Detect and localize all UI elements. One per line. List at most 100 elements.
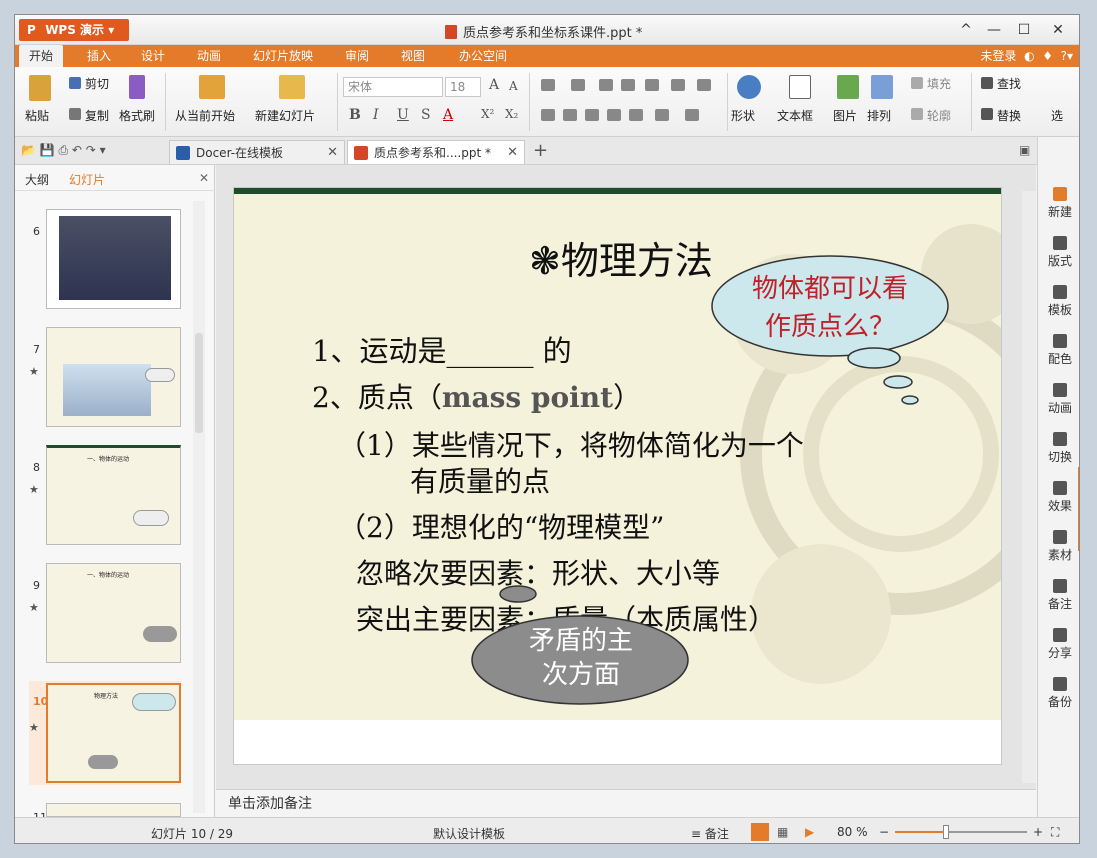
tab-insert[interactable]: 插入: [77, 45, 121, 67]
cut-button[interactable]: 剪切: [85, 75, 109, 92]
sidebar-new[interactable]: 新建: [1038, 187, 1079, 220]
scrollbar-thumb[interactable]: [195, 333, 203, 433]
font-size-select[interactable]: 18: [445, 77, 481, 97]
justify-icon[interactable]: [607, 109, 621, 121]
sidebar-backup[interactable]: 备份: [1038, 677, 1079, 710]
template-name[interactable]: 默认设计模板: [433, 825, 505, 842]
slide-sorter-icon[interactable]: ▦: [777, 825, 788, 839]
arrange-button[interactable]: 排列: [867, 107, 891, 124]
new-slide-icon[interactable]: [279, 75, 305, 99]
picture-icon[interactable]: [837, 75, 859, 99]
sidebar-materials[interactable]: 素材: [1038, 530, 1079, 563]
replace-button[interactable]: 替换: [997, 107, 1021, 124]
slide-line-4[interactable]: 有质量的点: [410, 460, 550, 500]
tab-home[interactable]: 开始: [19, 45, 64, 67]
subscript-button[interactable]: X₂: [505, 107, 518, 121]
strike-button[interactable]: S: [421, 107, 431, 123]
bold-button[interactable]: B: [349, 107, 361, 123]
app-menu-button[interactable]: P WPS 演示 ▾: [19, 19, 129, 41]
sidebar-color-scheme[interactable]: 配色: [1038, 334, 1079, 367]
minimize-button[interactable]: —: [981, 19, 1007, 41]
sidebar-transition[interactable]: 切换: [1038, 432, 1079, 465]
font-name-select[interactable]: 宋体: [343, 77, 443, 97]
login-link[interactable]: 未登录: [980, 49, 1016, 63]
grow-font-icon[interactable]: A: [489, 77, 499, 93]
tab-list-icon[interactable]: ▣: [1019, 143, 1030, 157]
reading-view-icon[interactable]: ▶: [805, 825, 814, 839]
maximize-button[interactable]: ☐: [1011, 19, 1037, 41]
sidebar-layout[interactable]: 版式: [1038, 236, 1079, 269]
line-spacing-icon[interactable]: [645, 79, 659, 91]
shape-button[interactable]: 形状: [731, 107, 755, 124]
normal-view-icon[interactable]: [751, 823, 769, 841]
notes-pane[interactable]: 单击添加备注: [216, 789, 1036, 817]
help-dropdown-icon[interactable]: ▾: [1067, 49, 1073, 63]
sidebar-effects[interactable]: 效果: [1038, 481, 1079, 514]
font-color-button[interactable]: A: [443, 107, 453, 123]
skin-icon[interactable]: ◐: [1024, 49, 1034, 63]
close-icon[interactable]: ✕: [327, 141, 338, 165]
decrease-indent-icon[interactable]: [599, 79, 613, 91]
align-center-icon[interactable]: [563, 109, 577, 121]
tab-design[interactable]: 设计: [131, 45, 175, 67]
slide-line-5[interactable]: （2）理想化的“物理模型”: [338, 506, 664, 546]
slide-thumb-10[interactable]: 物理方法: [46, 683, 181, 783]
zoom-slider-thumb[interactable]: [943, 825, 949, 839]
shrink-font-icon[interactable]: A: [509, 79, 518, 93]
notes-toggle[interactable]: ≡ 备注: [691, 825, 729, 842]
slide-scrollbar[interactable]: [1022, 191, 1036, 783]
shape-icon[interactable]: [737, 75, 761, 99]
find-icon[interactable]: [981, 77, 993, 89]
copy-button[interactable]: 复制: [85, 107, 109, 124]
sidebar-share[interactable]: 分享: [1038, 628, 1079, 661]
format-painter-button[interactable]: 格式刷: [119, 107, 155, 124]
tab-slideshow[interactable]: 幻灯片放映: [243, 45, 323, 67]
slideshow-icon[interactable]: [199, 75, 225, 99]
format-painter-icon[interactable]: [129, 75, 145, 99]
vertical-align-icon[interactable]: [685, 109, 699, 121]
quick-access-toolbar[interactable]: 📂 💾 ⎙ ↶ ↷ ▾: [21, 143, 106, 158]
tab-slides[interactable]: 幻灯片: [69, 171, 105, 188]
new-slide-button[interactable]: 新建幻灯片: [255, 107, 315, 124]
sidebar-animation[interactable]: 动画: [1038, 383, 1079, 416]
tab-view[interactable]: 视图: [391, 45, 435, 67]
slide-thumb-9[interactable]: 一、物体的运动: [46, 563, 181, 663]
numbered-list-icon[interactable]: [571, 79, 585, 91]
superscript-button[interactable]: X²: [481, 107, 494, 121]
text-direction-icon[interactable]: [697, 79, 711, 91]
find-button[interactable]: 查找: [997, 75, 1021, 92]
increase-indent-icon[interactable]: [621, 79, 635, 91]
outline-icon[interactable]: [911, 108, 923, 120]
thumbnail-scrollbar[interactable]: [193, 201, 205, 813]
slide-canvas[interactable]: ❃物理方法 1、运动是______ 的 2、质点（mass point） （1）…: [233, 187, 1002, 765]
new-tab-button[interactable]: +: [533, 140, 548, 161]
bullet-list-icon[interactable]: [541, 79, 555, 91]
align-left-icon[interactable]: [541, 109, 555, 121]
columns-icon[interactable]: [671, 79, 685, 91]
fit-window-icon[interactable]: ⛶: [1051, 825, 1059, 840]
from-current-button[interactable]: 从当前开始: [175, 107, 235, 124]
paste-icon[interactable]: [29, 75, 51, 101]
slide-thumb-6[interactable]: [46, 209, 181, 309]
arrange-icon[interactable]: [871, 75, 893, 99]
distribute-icon[interactable]: [629, 109, 643, 121]
fill-button[interactable]: 填充: [927, 75, 951, 92]
close-icon[interactable]: ✕: [507, 141, 518, 165]
sidebar-template[interactable]: 模板: [1038, 285, 1079, 318]
slide-line-2[interactable]: 2、质点（mass point）: [312, 376, 641, 416]
italic-button[interactable]: I: [373, 107, 379, 123]
tab-review[interactable]: 审阅: [335, 45, 379, 67]
shirt-icon[interactable]: ♦: [1042, 49, 1053, 63]
sidebar-notes[interactable]: 备注: [1038, 579, 1079, 612]
tab-office-space[interactable]: 办公空间: [449, 45, 517, 67]
copy-icon[interactable]: [69, 108, 81, 120]
paste-button[interactable]: 粘贴: [25, 107, 49, 124]
slide-line-3[interactable]: （1）某些情况下，将物体简化为一个: [338, 424, 804, 464]
tab-docer-templates[interactable]: Docer-在线模板 ✕: [169, 140, 345, 164]
close-button[interactable]: ✕: [1045, 19, 1071, 41]
close-icon[interactable]: ✕: [199, 171, 209, 185]
outline-button[interactable]: 轮廓: [927, 107, 951, 124]
slide-line-1[interactable]: 1、运动是______ 的: [312, 328, 572, 370]
align-right-icon[interactable]: [585, 109, 599, 121]
fill-icon[interactable]: [911, 77, 923, 89]
